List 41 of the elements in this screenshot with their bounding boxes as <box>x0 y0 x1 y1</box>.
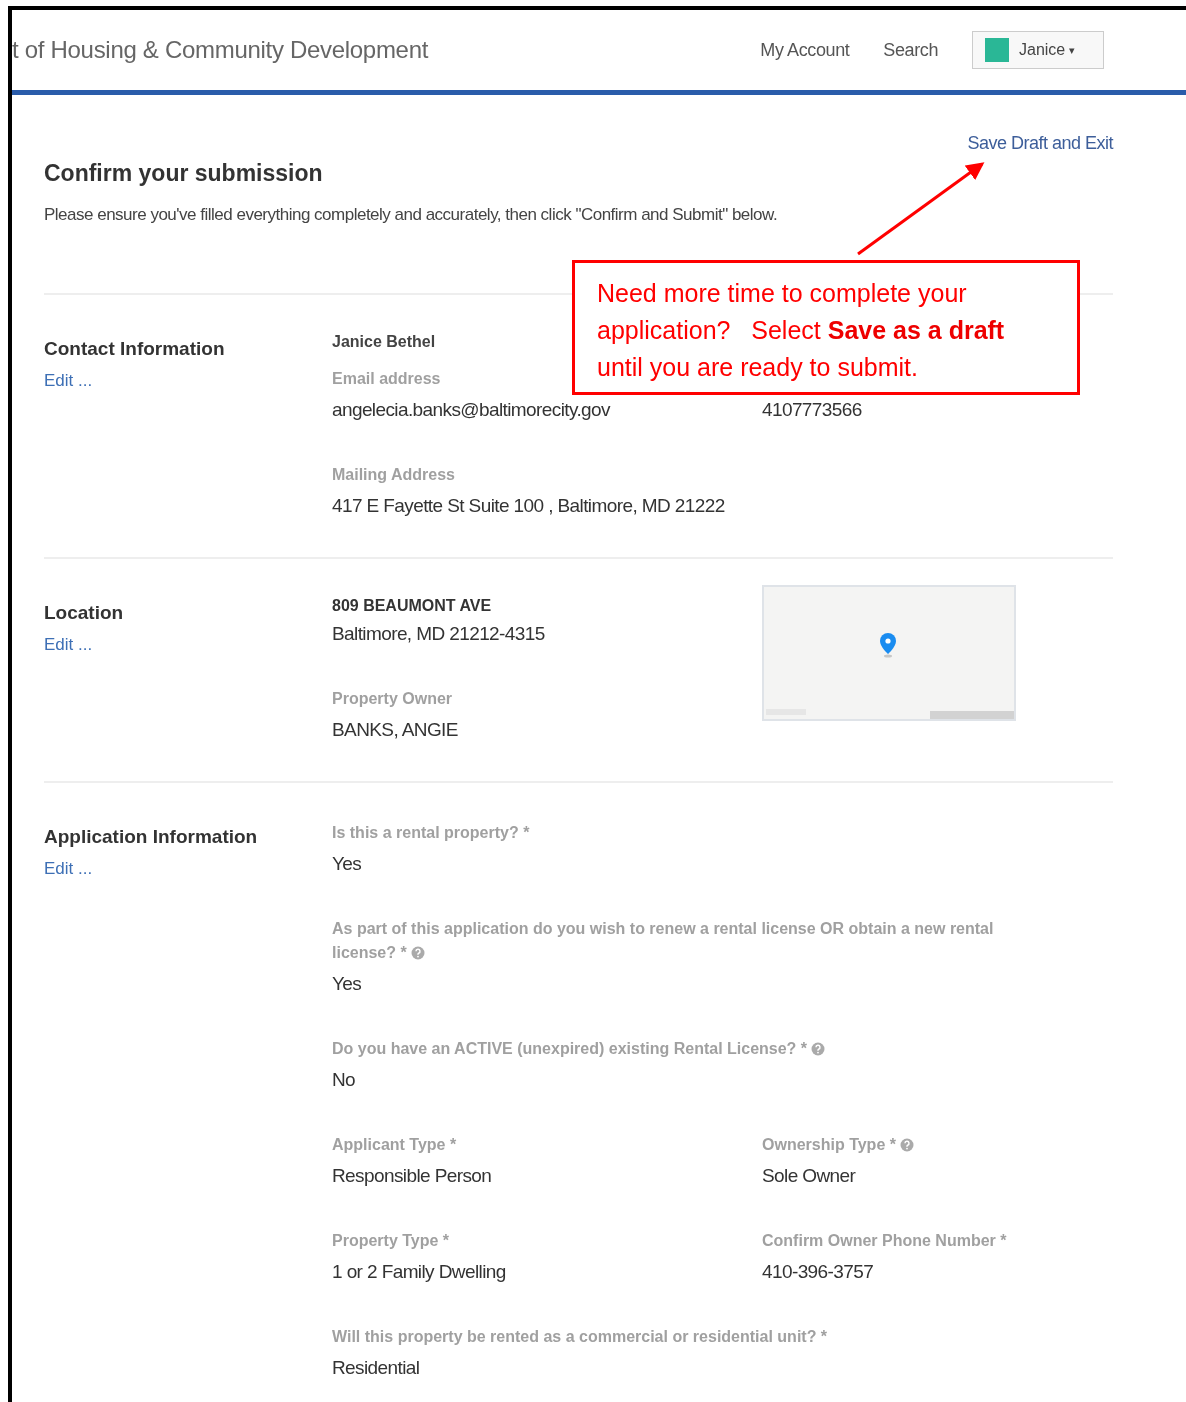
field-label: Is this a rental property? * <box>332 824 530 841</box>
field-value: Sole Owner <box>762 1165 856 1187</box>
nav-link[interactable]: Search <box>883 39 938 61</box>
save-draft-link[interactable]: Save Draft and Exit <box>967 133 1113 154</box>
section-title: Application Information <box>44 825 259 849</box>
site-title: t of Housing & Community Development <box>12 36 429 64</box>
field-label: Ownership Type * <box>762 1136 896 1153</box>
field-value: BANKS, ANGIE <box>332 719 458 741</box>
avatar-icon <box>985 38 1009 62</box>
field-label: Mailing Address <box>332 466 455 483</box>
field-label: Property Owner <box>332 690 453 707</box>
edit-link[interactable]: Edit ... <box>44 371 93 391</box>
field-value: 1 or 2 Family Dwelling <box>332 1261 506 1283</box>
field-value: Residential <box>332 1357 420 1379</box>
field-label: Applicant Type * <box>332 1136 457 1153</box>
page-heading: Confirm your submission <box>44 160 324 187</box>
field-value: No <box>332 1069 356 1091</box>
nav-link[interactable]: My Account <box>760 39 850 61</box>
field-label: As part of this application do you wish to renew a rental license OR obtain a new rental license? * <box>332 920 994 961</box>
field-label: Confirm Owner Phone Number * <box>762 1232 1007 1249</box>
section-title: Location <box>44 601 125 625</box>
edit-link[interactable]: Edit ... <box>44 859 93 879</box>
field-value: Responsible Person <box>332 1165 492 1187</box>
field-label: Will this property be rented as a commercial or residential unit? * <box>332 1328 828 1345</box>
city-state-zip: Baltimore, MD 21212-4315 <box>332 623 545 645</box>
callout-note: Need more time to complete your application? Select Save as a draft until you are ready to submit. <box>572 260 1080 395</box>
field-value: Yes <box>332 973 362 995</box>
user-menu-button[interactable]: Janice ▾ <box>972 31 1104 69</box>
edit-link[interactable]: Edit ... <box>44 635 93 655</box>
field-label: Email address <box>332 370 441 387</box>
field-value: 417 E Fayette St Suite 100 , Baltimore, MD 21222 <box>332 495 725 517</box>
field-value: Yes <box>332 853 362 875</box>
instructions-text: Please ensure you've filled everything completely and accurately, then click "Confirm and Submit" below. <box>44 205 779 225</box>
field-value: 4107773566 <box>762 399 862 421</box>
section-title: Contact Information <box>44 337 226 361</box>
street-address: 809 BEAUMONT AVE <box>332 597 492 615</box>
field-label: Property Type * <box>332 1232 450 1249</box>
field-value: 410-396-3757 <box>762 1261 874 1283</box>
field-value: angelecia.banks@baltimorecity.gov <box>332 399 610 421</box>
contact-name: Janice Bethel <box>332 333 436 351</box>
field-label: Do you have an ACTIVE (unexpired) existing Rental License? * <box>332 1040 808 1057</box>
